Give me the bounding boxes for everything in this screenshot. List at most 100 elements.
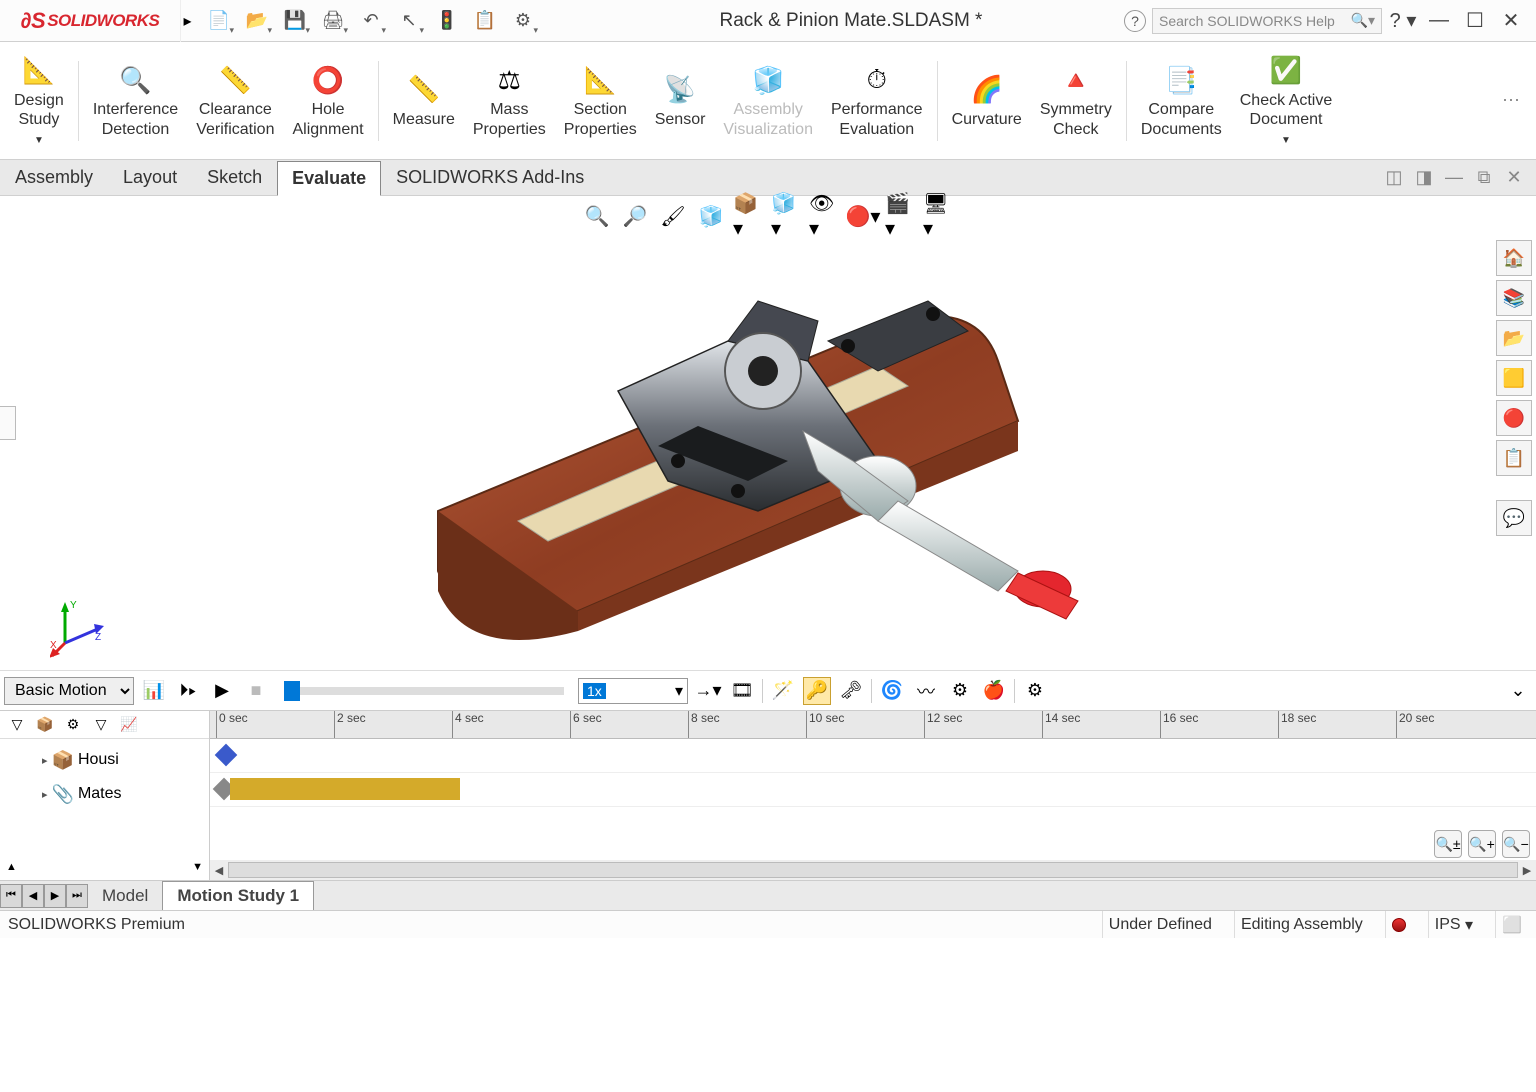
tree-item-mates[interactable]: ▸📎Mates [2, 777, 207, 811]
timeline-tracks[interactable] [210, 739, 1536, 860]
bottom-tab-motion-study-1[interactable]: Motion Study 1 [162, 881, 314, 910]
view-palette-pane-icon[interactable]: 🟨 [1496, 360, 1532, 396]
ribbon-section-button[interactable]: 📐SectionProperties [556, 58, 645, 142]
logo-menu-arrow[interactable]: ▸ [180, 0, 194, 42]
gravity-button[interactable]: 🍎 [980, 677, 1008, 705]
track-row-mates[interactable] [210, 773, 1536, 807]
motion-study-props-button[interactable]: ⚙ [1021, 677, 1049, 705]
file-explorer-pane-icon[interactable]: 📂 [1496, 320, 1532, 356]
zoom-in-icon[interactable]: 🔍+ [1468, 830, 1496, 858]
timeline-ruler[interactable]: 0 sec2 sec4 sec6 sec8 sec10 sec12 sec14 … [210, 711, 1536, 739]
slider-handle[interactable] [284, 681, 300, 701]
units-status[interactable]: IPS ▾ [1428, 911, 1479, 938]
tab-nav-first[interactable]: ⏮ [0, 884, 22, 908]
play-button[interactable]: ▶ [208, 677, 236, 705]
ribbon-compare-button[interactable]: 📑CompareDocuments [1133, 58, 1230, 142]
open-file-button[interactable]: 📂▾ [240, 4, 274, 38]
tree-item-housi[interactable]: ▸📦Housi [2, 743, 207, 777]
hscroll-right-arrow[interactable]: ▶ [1518, 864, 1536, 877]
new-file-button[interactable]: 📄▾ [202, 4, 236, 38]
resources-pane-icon[interactable]: 📚 [1496, 280, 1532, 316]
add-key-button[interactable]: 🗝 [837, 677, 865, 705]
save-animation-button[interactable]: 🎞 [728, 677, 756, 705]
tab-solidworks-add-ins[interactable]: SOLIDWORKS Add-Ins [381, 160, 599, 195]
close-button[interactable]: ✕ [1496, 6, 1526, 36]
filter-selected-icon[interactable]: ▽ [88, 713, 114, 737]
playback-loop-button[interactable]: →▾ [694, 677, 722, 705]
keyframe-diamond[interactable] [215, 744, 238, 767]
undo-button[interactable]: ↶▾ [354, 4, 388, 38]
doc-maximize-button[interactable]: ⧉ [1470, 164, 1498, 192]
rebuild-button[interactable]: 🚦 [430, 4, 464, 38]
tab-nav-prev[interactable]: ◀ [22, 884, 44, 908]
autokey-button[interactable]: 🔑 [803, 677, 831, 705]
track-row-housing[interactable] [210, 739, 1536, 773]
maximize-button[interactable]: ☐ [1460, 6, 1490, 36]
help-info-icon[interactable]: ? [1124, 10, 1146, 32]
doc-close-button[interactable]: ✕ [1500, 164, 1528, 192]
motion-type-select[interactable]: Basic Motion [4, 677, 134, 705]
playback-speed-select[interactable]: 1x▾ [578, 678, 688, 704]
ribbon-design-button[interactable]: 📐DesignStudy▼ [6, 49, 72, 153]
settings-button[interactable]: ⚙▾ [506, 4, 540, 38]
ribbon-hole-button[interactable]: ⭕HoleAlignment [284, 58, 371, 142]
forum-pane-icon[interactable]: 💬 [1496, 500, 1532, 536]
zoom-out-icon[interactable]: 🔍− [1502, 830, 1530, 858]
calculate-button[interactable]: 📊 [140, 677, 168, 705]
animation-wizard-button[interactable]: 🪄 [769, 677, 797, 705]
tab-nav-next[interactable]: ▶ [44, 884, 66, 908]
ribbon-overflow-button[interactable]: ⋯ [1502, 90, 1530, 111]
bottom-tab-model[interactable]: Model [88, 881, 162, 910]
ribbon-sensor-button[interactable]: 📡Sensor [647, 68, 714, 133]
ribbon-mass-button[interactable]: ⚖MassProperties [465, 58, 554, 142]
play-from-start-button[interactable]: ⏵▸ [174, 677, 202, 705]
doc-minimize-button[interactable]: — [1440, 164, 1468, 192]
search-icon[interactable]: 🔍▾ [1351, 12, 1375, 29]
stop-button[interactable]: ■ [242, 677, 270, 705]
tab-assembly[interactable]: Assembly [0, 160, 108, 195]
tree-scroll-up-icon[interactable]: ▲ [6, 861, 17, 873]
ribbon-curvature-button[interactable]: 🌈Curvature [944, 68, 1030, 133]
collapse-motion-manager-button[interactable]: ⌄ [1504, 680, 1532, 701]
tab-layout[interactable]: Layout [108, 160, 192, 195]
select-button[interactable]: ↖▾ [392, 4, 426, 38]
help-button[interactable]: ? ▾ [1388, 6, 1418, 36]
ribbon-interference-button[interactable]: 🔍InterferenceDetection [85, 58, 186, 142]
minimize-button[interactable]: — [1424, 6, 1454, 36]
timeline-slider[interactable] [284, 687, 564, 695]
panel-layout-2-icon[interactable]: ◨ [1410, 164, 1438, 192]
ribbon-symmetry-button[interactable]: 🔺SymmetryCheck [1032, 58, 1120, 142]
spring-button[interactable]: 〰 [912, 677, 940, 705]
tree-scroll-down-icon[interactable]: ▼ [192, 861, 203, 873]
timeline-hscroll[interactable]: ◀ ▶ [210, 860, 1536, 880]
filter-driving-icon[interactable]: ⚙ [60, 713, 86, 737]
ribbon-clearance-button[interactable]: 📏ClearanceVerification [188, 58, 282, 142]
tree-expand-arrow[interactable]: ▸ [42, 754, 48, 767]
appearances-pane-icon[interactable]: 🔴 [1496, 400, 1532, 436]
custom-props-pane-icon[interactable]: 📋 [1496, 440, 1532, 476]
tab-evaluate[interactable]: Evaluate [277, 161, 381, 196]
status-options-button[interactable]: ⬜ [1495, 911, 1528, 938]
panel-layout-1-icon[interactable]: ◫ [1380, 164, 1408, 192]
hscroll-left-arrow[interactable]: ◀ [210, 864, 228, 877]
contact-button[interactable]: ⚙ [946, 677, 974, 705]
feature-tree-flyout-tab[interactable] [0, 406, 16, 440]
search-input[interactable]: Search SOLIDWORKS Help🔍▾ [1152, 8, 1382, 34]
keyframe-bar[interactable] [230, 778, 460, 800]
filter-results-icon[interactable]: 📈 [116, 713, 142, 737]
zoom-fit-icon[interactable]: 🔍± [1434, 830, 1462, 858]
ribbon-performance-button[interactable]: ⏱PerformanceEvaluation [823, 58, 931, 142]
filter-none-icon[interactable]: ▽ [4, 713, 30, 737]
print-button[interactable]: 🖨▾ [316, 4, 350, 38]
graphics-viewport[interactable]: Y Z X 🏠 📚 📂 🟨 🔴 📋 💬 [0, 236, 1536, 670]
home-pane-icon[interactable]: 🏠 [1496, 240, 1532, 276]
tab-nav-last[interactable]: ⏭ [66, 884, 88, 908]
ribbon-check-active-button[interactable]: ✅Check ActiveDocument▼ [1232, 49, 1340, 153]
filter-animated-icon[interactable]: 📦 [32, 713, 58, 737]
motor-button[interactable]: 🌀 [878, 677, 906, 705]
tab-sketch[interactable]: Sketch [192, 160, 277, 195]
save-button[interactable]: 💾▾ [278, 4, 312, 38]
rebuild-indicator[interactable] [1385, 911, 1412, 938]
options-button[interactable]: 📋 [468, 4, 502, 38]
tree-expand-arrow[interactable]: ▸ [42, 788, 48, 801]
